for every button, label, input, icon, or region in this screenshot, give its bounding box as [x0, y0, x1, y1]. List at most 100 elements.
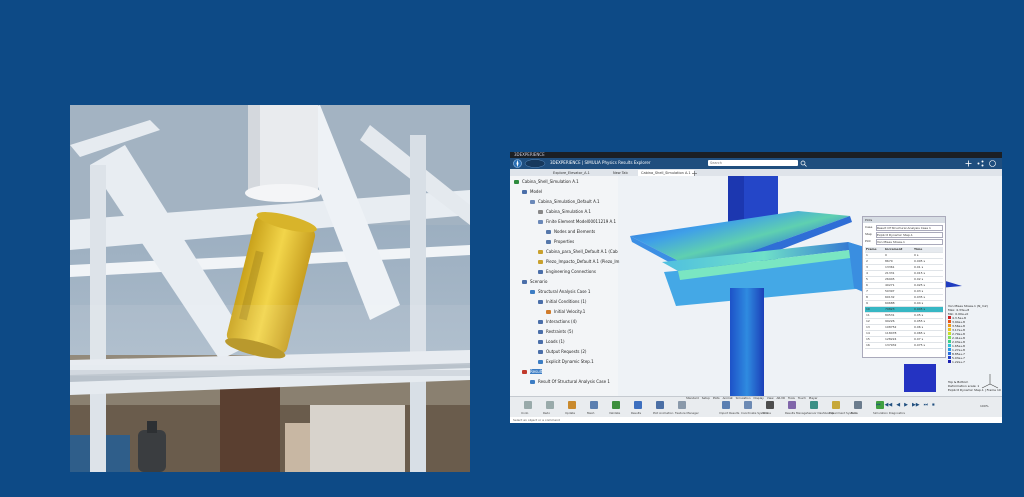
- toolbar-button-label: Plot Animation: [653, 411, 674, 415]
- tree-item[interactable]: Result: [522, 368, 543, 376]
- tree-item[interactable]: Output Requests (2): [538, 348, 586, 356]
- tree-node-icon: [546, 230, 551, 234]
- tree-item[interactable]: Structural Analysis Case 1: [530, 288, 590, 296]
- tree-item[interactable]: Interactions (4): [538, 318, 577, 326]
- player-button-icon[interactable]: ▶: [904, 402, 908, 408]
- tree-item[interactable]: Engineering Connections: [538, 268, 596, 276]
- tree-node-icon: [530, 200, 535, 204]
- toolbar-button-label: Undo: [521, 411, 529, 415]
- add-icon[interactable]: [965, 160, 972, 167]
- toolbar-button[interactable]: [788, 401, 796, 409]
- toolbar-button[interactable]: [766, 401, 774, 409]
- specification-tree: Cabina_Shell_Simulation A.1 Model Cabina_S…: [510, 178, 640, 396]
- tree-item[interactable]: Cabina_Simulation_Default A.1: [530, 198, 600, 206]
- toolbar-button[interactable]: [854, 401, 862, 409]
- panel-field-value[interactable]: Von Mises Stress.1: [876, 239, 943, 245]
- toolbar-button[interactable]: [634, 401, 642, 409]
- toolbar-button-label: Feature Manager: [675, 411, 699, 415]
- tree-item[interactable]: Loads (1): [538, 338, 565, 346]
- tree-item[interactable]: Cabina_para_Shell_Default A.1 (Cab: [538, 248, 618, 256]
- table-cell: 16: [866, 343, 870, 347]
- tree-item[interactable]: Initial Conditions (1): [538, 298, 586, 306]
- table-cell: 60132: [885, 295, 895, 299]
- plots-panel-fields: Case Result Of Structural Analysis Case 1…: [863, 223, 945, 247]
- tree-item-label: Restraints (5): [546, 329, 574, 334]
- tree-item[interactable]: Piezo_Impacto_Default A.1 (Piezo_Im: [538, 258, 619, 266]
- tree-item[interactable]: Cabina_Shell_Simulation A.1: [514, 178, 579, 186]
- tree-item[interactable]: Result Of Structural Analysis Case 1: [530, 378, 610, 386]
- tree-item[interactable]: Nodes and Elements: [546, 228, 595, 236]
- help-icon[interactable]: [989, 160, 996, 167]
- search-input[interactable]: Search: [708, 160, 798, 166]
- panel-field-value[interactable]: Result Of Structural Analysis Case 1: [876, 225, 943, 231]
- panel-field-value[interactable]: Explicit Dynamic Step.1: [876, 232, 943, 238]
- tree-item-label: Initial Velocity.1: [554, 309, 586, 314]
- toolbar-button[interactable]: [524, 401, 532, 409]
- tree-item[interactable]: Explicit Dynamic Step.1: [538, 358, 594, 366]
- tree-item-label: Initial Conditions (1): [546, 299, 587, 304]
- table-row[interactable]: 16 137932 0.075 s: [865, 343, 943, 349]
- action-bar-tab[interactable]: View: [767, 396, 774, 400]
- player-button-icon[interactable]: ⏭: [924, 402, 929, 408]
- app-window: 3DEXPERIENCE 3DEXPERIENCE | SIMULIA Phys…: [510, 152, 1002, 423]
- toolbar-button[interactable]: [612, 401, 620, 409]
- action-bar-tab[interactable]: Simulation: [736, 396, 751, 400]
- table-cell: 50397: [885, 289, 895, 293]
- tree-item[interactable]: Initial Velocity.1: [546, 308, 585, 316]
- tree-item-label: Scenario: [530, 279, 548, 284]
- tree-item[interactable]: Finite Element Model00011219 A.1: [538, 218, 616, 226]
- toolbar-button[interactable]: [832, 401, 840, 409]
- player-button-icon[interactable]: ◀◀: [885, 402, 893, 408]
- action-bar-tab[interactable]: Standard: [686, 396, 699, 400]
- tree-item[interactable]: Restraints (5): [538, 328, 573, 336]
- player-button-icon[interactable]: ⏹: [932, 402, 935, 408]
- table-cell: 1: [866, 253, 868, 257]
- tree-node-icon: [538, 340, 543, 344]
- compass-icon[interactable]: [513, 159, 522, 168]
- tree-item[interactable]: Model: [522, 188, 542, 196]
- table-cell: 11: [866, 313, 870, 317]
- tree-item[interactable]: Properties: [546, 238, 574, 246]
- tree-node-icon: [538, 260, 543, 264]
- axis-triad-icon[interactable]: [980, 372, 1000, 390]
- share-icon[interactable]: [977, 160, 984, 167]
- table-cell: 0.025 s: [914, 283, 926, 287]
- tree-node-icon: [530, 380, 535, 384]
- player-speed-value[interactable]: 100%: [980, 404, 989, 408]
- action-bar-tab[interactable]: Tools: [788, 396, 795, 400]
- legend-swatch: [948, 336, 951, 339]
- toolbar-button[interactable]: [744, 401, 752, 409]
- action-bar-tab[interactable]: Plots: [713, 396, 720, 400]
- action-bar-tabs: Standard Setup Plots Animat Simulation Displa…: [686, 396, 818, 400]
- player-button-icon[interactable]: ◀: [896, 402, 900, 408]
- tab-explore[interactable]: Explore_Elevator_A.1: [550, 170, 593, 176]
- toolbar-button[interactable]: [568, 401, 576, 409]
- search-icon[interactable]: [800, 160, 807, 167]
- toolbar-button[interactable]: [546, 401, 554, 409]
- tree-item[interactable]: Scenario: [522, 278, 547, 286]
- toolbar-button[interactable]: [722, 401, 730, 409]
- toolbar-button[interactable]: [656, 401, 664, 409]
- table-cell: 7: [866, 289, 868, 293]
- table-cell: 0.035 s: [914, 295, 926, 299]
- toolbar-button[interactable]: [810, 401, 818, 409]
- tree-item[interactable]: Cabina_Simulation A.1: [538, 208, 591, 216]
- player-button-icon[interactable]: ⏮: [876, 402, 881, 408]
- toolbar-button[interactable]: [590, 401, 598, 409]
- toolbar-button-label: Results Manage: [785, 411, 808, 415]
- table-cell: 21331: [885, 271, 895, 275]
- action-bar-tab[interactable]: Setup: [702, 396, 710, 400]
- tree-node-icon: [538, 210, 543, 214]
- toolbar-button[interactable]: [678, 401, 686, 409]
- player-button-icon[interactable]: ▶▶: [912, 402, 920, 408]
- table-cell: 14: [866, 331, 870, 335]
- action-bar-tab[interactable]: Touch: [798, 396, 806, 400]
- action-bar-tab[interactable]: Animat: [723, 396, 733, 400]
- table-cell: 0.04 s: [914, 301, 924, 305]
- action-bar-tab[interactable]: Display: [754, 396, 764, 400]
- action-bar-tab[interactable]: Player: [809, 396, 818, 400]
- toolbar-button-label: Update: [565, 411, 576, 415]
- action-bar-tab[interactable]: AR-VR: [776, 396, 784, 400]
- table-cell: 89531: [885, 313, 895, 317]
- legend-swatch: [948, 324, 951, 327]
